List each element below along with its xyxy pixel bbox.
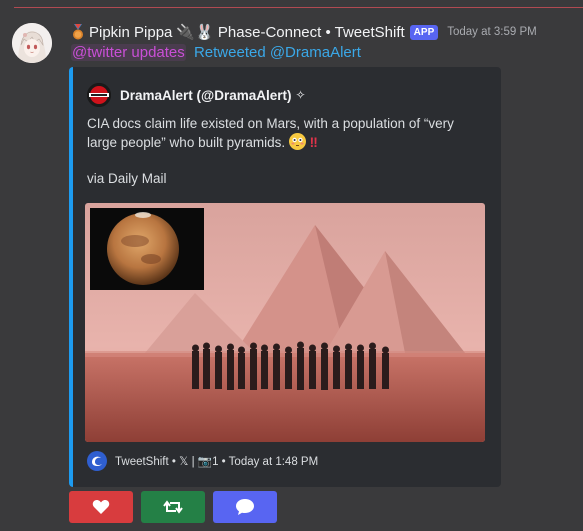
speech-bubble-icon bbox=[236, 499, 254, 515]
heart-icon bbox=[92, 500, 110, 514]
message-header: Pipkin Pippa 🔌🐰 Phase-Connect • TweetShi… bbox=[71, 22, 537, 42]
embed-author-name: DramaAlert (@DramaAlert) bbox=[120, 87, 292, 103]
embed-image[interactable] bbox=[85, 203, 485, 442]
new-messages-divider bbox=[14, 7, 583, 8]
username-text: Pipkin Pippa bbox=[89, 23, 173, 41]
role-mention[interactable]: @twitter updates bbox=[71, 44, 186, 61]
medal-icon bbox=[73, 24, 83, 40]
sparkle-icon: ✧ bbox=[295, 88, 306, 102]
message-timestamp[interactable]: Today at 3:59 PM bbox=[447, 26, 537, 38]
double-exclamation-icon: ‼ bbox=[309, 135, 318, 150]
mars-pyramids-image bbox=[85, 203, 485, 442]
tweetshift-logo-icon bbox=[87, 451, 107, 471]
message-content: @twitter updates Retweeted @DramaAlert bbox=[71, 44, 361, 61]
embed-footer: TweetShift • 𝕏 | 📷1 • Today at 1:48 PM bbox=[87, 451, 318, 471]
dramaalert-logo-icon bbox=[87, 83, 111, 107]
tweet-embed: DramaAlert (@DramaAlert) ✧ CIA docs clai… bbox=[69, 67, 501, 487]
retweet-button[interactable] bbox=[141, 491, 205, 523]
username[interactable]: Pipkin Pippa 🔌🐰 Phase-Connect • TweetShi… bbox=[71, 23, 405, 41]
retweet-icon bbox=[163, 500, 183, 514]
reply-button[interactable] bbox=[213, 491, 277, 523]
embed-author[interactable]: DramaAlert (@DramaAlert) ✧ bbox=[87, 83, 306, 107]
tweet-source: via Daily Mail bbox=[87, 171, 167, 186]
avatar[interactable] bbox=[12, 23, 52, 63]
like-button[interactable] bbox=[69, 491, 133, 523]
action-buttons bbox=[69, 491, 277, 523]
flushed-face-icon bbox=[288, 133, 306, 150]
embed-description: CIA docs claim life existed on Mars, wit… bbox=[87, 115, 487, 206]
embed-footer-text: TweetShift • 𝕏 | 📷1 • Today at 1:48 PM bbox=[115, 456, 319, 468]
username-suffix: 🔌🐰 Phase-Connect • TweetShift bbox=[176, 24, 405, 41]
tweet-text: CIA docs claim life existed on Mars, wit… bbox=[87, 116, 454, 150]
anime-avatar-icon bbox=[12, 23, 52, 63]
app-badge: APP bbox=[409, 24, 439, 40]
retweet-link[interactable]: Retweeted @DramaAlert bbox=[194, 44, 361, 61]
